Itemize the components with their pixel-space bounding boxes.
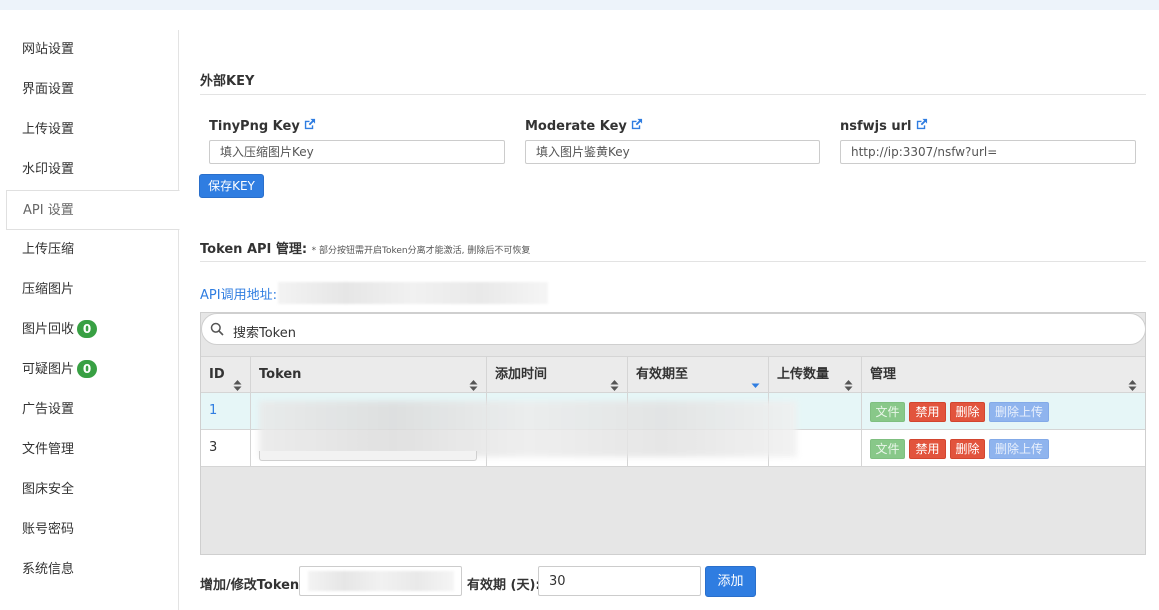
sidebar-item-upload-settings[interactable]: 上传设置: [0, 110, 178, 150]
row-actions: 文件 禁用 删除 删除上传: [862, 393, 1145, 429]
sort-icon: [1128, 370, 1137, 391]
sidebar-item-label: 账号密码: [22, 522, 75, 537]
sidebar-item-api-settings[interactable]: API 设置: [6, 190, 180, 230]
sidebar-item-label: 水印设置: [22, 162, 75, 177]
sidebar-item-label: API 设置: [23, 203, 74, 218]
suspicious-count-badge: 0: [77, 359, 98, 378]
token-input[interactable]: [299, 566, 462, 596]
delete-uploads-button[interactable]: 删除上传: [989, 402, 1049, 422]
validity-days-input[interactable]: [538, 566, 701, 596]
sidebar-item-label: 系统信息: [22, 562, 75, 577]
recycle-count-badge: 0: [77, 319, 98, 338]
sidebar-item-interface-settings[interactable]: 界面设置: [0, 70, 178, 110]
file-button[interactable]: 文件: [870, 402, 905, 422]
sort-icon: [844, 370, 853, 391]
row-id: 3: [201, 430, 251, 466]
sidebar-item-label: 广告设置: [22, 402, 75, 417]
column-header-token[interactable]: Token: [251, 357, 487, 393]
sidebar-item-host-security[interactable]: 图床安全: [0, 470, 178, 510]
sidebar-item-system-info[interactable]: 系统信息: [0, 550, 178, 590]
token-input-redacted: [308, 571, 454, 591]
sidebar-item-suspicious-images[interactable]: 可疑图片 0: [0, 350, 178, 390]
nsfwjs-url-input[interactable]: [840, 140, 1136, 164]
api-url-redacted: [278, 282, 548, 304]
sidebar-item-ad-settings[interactable]: 广告设置: [0, 390, 178, 430]
section-divider: [200, 94, 1146, 95]
search-icon: [210, 322, 224, 336]
sidebar-item-file-manage[interactable]: 文件管理: [0, 430, 178, 470]
token-field-edge: [259, 451, 477, 461]
add-token-button[interactable]: 添加: [705, 566, 756, 597]
external-key-title: 外部KEY: [200, 74, 255, 89]
sidebar-nav: 网站设置 界面设置 上传设置 水印设置 API 设置 上传压缩 压缩图片 图片回…: [0, 30, 180, 610]
tinypng-key-input[interactable]: [209, 140, 505, 164]
sidebar-item-label: 可疑图片: [22, 362, 75, 377]
row-id: 1: [201, 393, 251, 429]
sidebar-item-watermark-settings[interactable]: 水印设置: [0, 150, 178, 190]
sidebar-item-upload-compress[interactable]: 上传压缩: [0, 230, 178, 270]
column-header-id[interactable]: ID: [201, 357, 251, 393]
search-token-placeholder: 搜索Token: [233, 326, 296, 341]
sidebar-item-compress-images[interactable]: 压缩图片: [0, 270, 178, 310]
tinypng-key-label: TinyPng Key: [209, 118, 316, 134]
nsfwjs-url-label: nsfwjs url: [840, 118, 928, 134]
row-actions: 文件 禁用 删除 删除上传: [862, 430, 1145, 466]
external-link-icon[interactable]: [303, 118, 316, 131]
sidebar-item-label: 界面设置: [22, 82, 75, 97]
validity-label: 有效期 (天):: [467, 578, 541, 593]
sidebar-item-label: 图片回收: [22, 322, 75, 337]
delete-uploads-button[interactable]: 删除上传: [989, 439, 1049, 459]
sidebar-item-label: 压缩图片: [22, 282, 75, 297]
delete-button[interactable]: 删除: [950, 439, 985, 459]
sidebar-item-label: 上传设置: [22, 122, 75, 137]
external-link-icon[interactable]: [915, 118, 928, 131]
token-api-title: Token API 管理: * 部分按钮需开启Token分离才能激活, 删除后不…: [200, 242, 531, 257]
sidebar-item-label: 网站设置: [22, 42, 75, 57]
token-redacted: [259, 401, 797, 457]
search-token-input[interactable]: 搜索Token: [201, 313, 1146, 345]
sort-icon: [469, 370, 478, 391]
delete-button[interactable]: 删除: [950, 402, 985, 422]
column-header-added-time[interactable]: 添加时间: [487, 357, 628, 393]
sidebar-item-label: 文件管理: [22, 442, 75, 457]
token-api-note: * 部分按钮需开启Token分离才能激活, 删除后不可恢复: [311, 246, 531, 256]
sort-desc-icon: [751, 370, 760, 388]
sidebar-item-label: 上传压缩: [22, 242, 75, 257]
sort-icon: [233, 370, 242, 391]
column-header-upload-count[interactable]: 上传数量: [769, 357, 862, 393]
sidebar-item-site-settings[interactable]: 网站设置: [0, 30, 178, 70]
moderate-key-input[interactable]: [525, 140, 820, 164]
section-divider: [200, 261, 1146, 262]
disable-button[interactable]: 禁用: [909, 439, 946, 459]
top-bar: [0, 0, 1159, 10]
column-header-expires[interactable]: 有效期至: [628, 357, 769, 393]
add-token-label: 增加/修改Token:: [200, 578, 305, 593]
table-header: ID Token 添加时间 有效期至 上传数量 管理: [201, 356, 1145, 393]
column-header-manage[interactable]: 管理: [862, 357, 1145, 393]
token-table-panel: 搜索Token ID Token 添加时间 有效期至 上传数量 管理 1 文件 …: [200, 312, 1146, 555]
external-link-icon[interactable]: [630, 118, 643, 131]
moderate-key-label: Moderate Key: [525, 118, 643, 134]
api-url-label: API调用地址:: [200, 288, 277, 303]
save-key-button[interactable]: 保存KEY: [199, 174, 264, 198]
sidebar-item-account-password[interactable]: 账号密码: [0, 510, 178, 550]
sort-icon: [610, 370, 619, 391]
sidebar-item-image-recycle[interactable]: 图片回收 0: [0, 310, 178, 350]
file-button[interactable]: 文件: [870, 439, 905, 459]
sidebar-item-label: 图床安全: [22, 482, 75, 497]
disable-button[interactable]: 禁用: [909, 402, 946, 422]
